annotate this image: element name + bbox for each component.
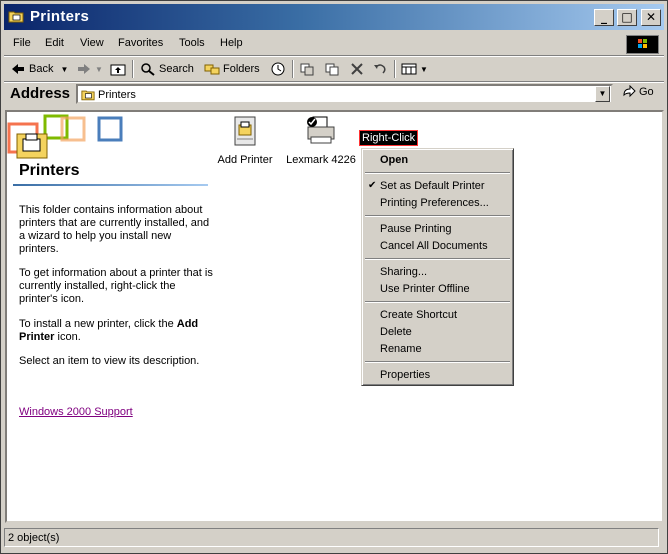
- menu-separator: [365, 215, 510, 217]
- minimize-button[interactable]: _: [594, 9, 614, 26]
- panel-description: This folder contains information about p…: [19, 204, 210, 255]
- lexmark-printer-label: Lexmark 4226: [286, 154, 356, 166]
- undo-icon: [374, 64, 386, 74]
- status-bar: 2 object(s): [4, 527, 664, 549]
- delete-button[interactable]: [349, 59, 365, 79]
- windows-support-link[interactable]: Windows 2000 Support: [19, 406, 133, 418]
- go-label: Go: [639, 86, 654, 98]
- folders-button[interactable]: Folders: [204, 59, 260, 79]
- panel-right-click-help: To get information about a printer that …: [19, 267, 213, 305]
- move-to-icon: [300, 63, 314, 76]
- menu-delete[interactable]: Delete: [380, 326, 412, 338]
- history-icon: [271, 62, 285, 76]
- toolbar-separator: [292, 60, 294, 78]
- address-bar: Address Printers ▼ Go: [4, 83, 664, 107]
- panel-title: Printers: [19, 162, 80, 179]
- toolbar-separator: [394, 60, 396, 78]
- menu-view[interactable]: View: [80, 37, 104, 49]
- history-button[interactable]: [270, 59, 286, 79]
- back-arrow-icon: [12, 64, 24, 74]
- panel-install-help: To install a new printer, click the Add …: [19, 318, 214, 344]
- forward-button[interactable]: ▼: [76, 59, 103, 79]
- printers-banner-graphic: [7, 114, 123, 159]
- go-button[interactable]: Go: [621, 85, 654, 99]
- views-dropdown-icon[interactable]: ▼: [420, 65, 428, 74]
- menu-separator: [365, 258, 510, 260]
- menu-pause-printing[interactable]: Pause Printing: [380, 223, 452, 235]
- search-label: Search: [159, 63, 194, 75]
- back-button[interactable]: Back ▼: [10, 59, 68, 79]
- add-printer-icon: [234, 116, 256, 146]
- toolbar-separator: [132, 60, 134, 78]
- menu-separator: [365, 301, 510, 303]
- back-label: Back: [29, 63, 54, 75]
- menu-open[interactable]: Open: [380, 154, 408, 166]
- menu-sharing[interactable]: Sharing...: [380, 266, 427, 278]
- add-printer-label: Add Printer: [217, 154, 273, 166]
- delete-x-icon: [351, 63, 363, 75]
- status-text: 2 object(s): [8, 532, 60, 544]
- copy-to-icon: [325, 63, 339, 76]
- forward-arrow-icon: [78, 64, 90, 74]
- panel-divider: [13, 184, 208, 186]
- install-help-suffix: icon.: [54, 331, 81, 343]
- install-help-prefix: To install a new printer, click the: [19, 318, 177, 330]
- folders-icon: [204, 64, 220, 75]
- up-folder-icon: [110, 64, 126, 76]
- menu-separator: [365, 361, 510, 363]
- panel-select-hint: Select an item to view its description.: [19, 355, 200, 367]
- forward-dropdown-icon[interactable]: ▼: [95, 65, 103, 74]
- title-bar[interactable]: Printers _ □ ✕: [4, 4, 664, 30]
- menu-use-printer-offline[interactable]: Use Printer Offline: [380, 283, 470, 295]
- address-input[interactable]: Printers ▼: [76, 84, 613, 104]
- address-value: Printers: [98, 89, 136, 101]
- status-cell: 2 object(s): [4, 528, 659, 547]
- menu-favorites[interactable]: Favorites: [118, 37, 163, 49]
- move-to-button[interactable]: [299, 59, 315, 79]
- toolbar: Back ▼ ▼ Search Folders ▼: [4, 57, 664, 81]
- menu-set-default-printer[interactable]: Set as Default Printer: [380, 180, 485, 192]
- add-printer-item[interactable]: Add Printer: [215, 115, 275, 166]
- context-menu: Open ✔ Set as Default Printer Printing P…: [361, 148, 514, 386]
- maximize-button[interactable]: □: [617, 9, 637, 26]
- address-label: Address: [10, 85, 71, 102]
- go-arrow-icon: [623, 85, 636, 98]
- lexmark-printer-item[interactable]: Lexmark 4226: [281, 115, 361, 166]
- folders-label: Folders: [223, 63, 260, 75]
- up-folder-button[interactable]: [110, 59, 126, 79]
- menu-help[interactable]: Help: [220, 37, 243, 49]
- content-area: Printers This folder contains informatio…: [5, 110, 664, 523]
- menu-cancel-all-documents[interactable]: Cancel All Documents: [380, 240, 488, 252]
- menu-bar: File Edit View Favorites Tools Help: [4, 33, 664, 55]
- window-title: Printers: [30, 8, 90, 25]
- menu-tools[interactable]: Tools: [179, 37, 205, 49]
- explorer-window: Printers _ □ ✕ File Edit View Favorites …: [0, 0, 668, 554]
- menu-edit[interactable]: Edit: [45, 37, 64, 49]
- menu-separator: [365, 172, 510, 174]
- search-button[interactable]: Search: [140, 59, 194, 79]
- menu-properties[interactable]: Properties: [380, 369, 430, 381]
- copy-to-button[interactable]: [324, 59, 340, 79]
- printers-folder-small-icon: [81, 90, 95, 101]
- views-button[interactable]: ▼: [401, 59, 428, 79]
- close-button[interactable]: ✕: [641, 9, 661, 26]
- windows-logo-icon: [626, 35, 659, 54]
- menu-printing-preferences[interactable]: Printing Preferences...: [380, 197, 489, 209]
- menu-rename[interactable]: Rename: [380, 343, 422, 355]
- printers-folder-icon: [8, 11, 24, 23]
- checkmark-icon: ✔: [368, 180, 377, 191]
- address-dropdown-icon[interactable]: ▼: [595, 86, 610, 102]
- right-click-callout: Right-Click: [359, 130, 419, 146]
- search-icon: [141, 63, 155, 76]
- menu-create-shortcut[interactable]: Create Shortcut: [380, 309, 457, 321]
- back-dropdown-icon[interactable]: ▼: [60, 65, 68, 74]
- menu-file[interactable]: File: [13, 37, 31, 49]
- default-printer-icon: [307, 116, 335, 144]
- views-icon: [401, 63, 417, 75]
- undo-button[interactable]: [372, 59, 388, 79]
